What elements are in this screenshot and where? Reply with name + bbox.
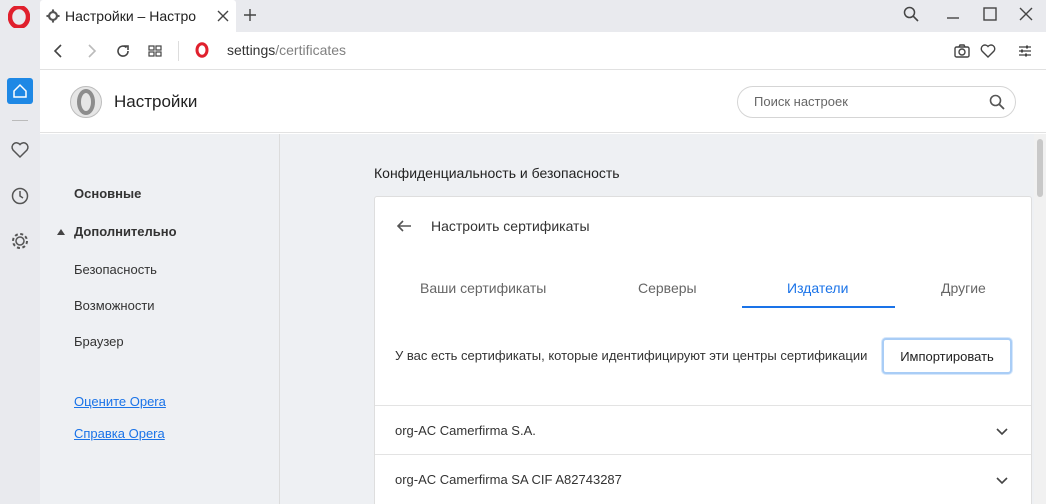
tab-your-certificates[interactable]: Ваши сертификаты	[420, 280, 546, 296]
nav-browser[interactable]: Браузер	[74, 334, 124, 349]
tab-others[interactable]: Другие	[941, 280, 986, 296]
search-icon[interactable]	[989, 94, 1005, 110]
scrollbar[interactable]	[1034, 134, 1046, 504]
url-field[interactable]: settings/certificates	[227, 42, 346, 58]
certificate-row[interactable]: org-AC Camerfirma S.A.	[375, 405, 1031, 454]
certificate-name: org-AC Camerfirma SA CIF A82743287	[395, 472, 622, 487]
scrollbar-thumb[interactable]	[1037, 139, 1043, 197]
address-bar: settings/certificates	[40, 32, 1046, 70]
certificate-name: org-AC Camerfirma S.A.	[395, 423, 536, 438]
tab-title: Настройки – Настро	[65, 8, 197, 24]
browser-tab[interactable]: Настройки – Настро	[40, 0, 236, 32]
chevron-down-icon[interactable]	[995, 473, 1009, 487]
settings-header: Настройки	[40, 70, 1046, 133]
history-clock-icon[interactable]	[10, 186, 30, 206]
easy-setup-icon[interactable]	[1016, 42, 1034, 60]
opera-logo-icon	[195, 42, 209, 58]
nav-advanced[interactable]: Дополнительно	[74, 224, 177, 239]
nav-features[interactable]: Возможности	[74, 298, 155, 313]
maximize-icon[interactable]	[982, 6, 998, 22]
opera-logo-icon	[70, 86, 102, 118]
rate-opera-link[interactable]: Оцените Opera	[74, 394, 166, 409]
back-icon[interactable]	[50, 42, 68, 60]
tab-authorities[interactable]: Издатели	[787, 280, 848, 296]
minimize-icon[interactable]	[945, 6, 961, 22]
settings-title: Настройки	[114, 92, 198, 111]
sidebar-home[interactable]	[7, 78, 33, 104]
certificates-card: Настроить сертификаты Ваши сертификаты С…	[374, 196, 1032, 504]
url-host: settings	[227, 42, 276, 58]
section-title: Конфиденциальность и безопасность	[374, 165, 620, 181]
search-icon[interactable]	[903, 6, 919, 22]
caret-up-icon	[57, 229, 65, 235]
close-icon[interactable]	[1018, 6, 1034, 22]
active-tab-indicator	[742, 306, 895, 308]
card-title: Настроить сертификаты	[431, 218, 590, 234]
settings-search[interactable]	[737, 86, 1016, 118]
arrow-left-icon[interactable]	[395, 217, 413, 235]
certificate-row[interactable]: org-AC Camerfirma SA CIF A82743287	[375, 454, 1031, 503]
close-icon[interactable]	[216, 9, 230, 23]
gear-icon[interactable]	[10, 231, 30, 251]
settings-nav: Основные Дополнительно Безопасность Возм…	[40, 134, 280, 504]
reload-icon[interactable]	[114, 42, 132, 60]
tabs-grid-icon[interactable]	[146, 42, 164, 60]
opera-logo-icon[interactable]	[8, 6, 30, 28]
import-button[interactable]: Импортировать	[882, 338, 1012, 374]
plus-icon[interactable]	[242, 7, 258, 23]
nav-basic[interactable]: Основные	[74, 186, 141, 201]
browser-sidebar	[0, 32, 40, 504]
url-path: /certificates	[275, 42, 347, 58]
chevron-down-icon[interactable]	[995, 424, 1009, 438]
tab-strip: Настройки – Настро	[0, 0, 1046, 32]
heart-icon[interactable]	[979, 42, 997, 60]
settings-content: Конфиденциальность и безопасность Настро…	[280, 134, 1034, 504]
authorities-description: У вас есть сертификаты, которые идентифи…	[395, 348, 868, 363]
camera-icon[interactable]	[953, 42, 971, 60]
settings-gear-icon	[46, 9, 60, 23]
sidebar-divider	[12, 120, 28, 121]
nav-security[interactable]: Безопасность	[74, 262, 157, 277]
tab-servers[interactable]: Серверы	[638, 280, 697, 296]
forward-icon[interactable]	[82, 42, 100, 60]
search-input[interactable]	[754, 94, 984, 109]
home-icon	[13, 83, 27, 98]
opera-help-link[interactable]: Справка Opera	[74, 426, 165, 441]
heart-icon[interactable]	[10, 140, 30, 160]
address-divider	[178, 41, 179, 61]
